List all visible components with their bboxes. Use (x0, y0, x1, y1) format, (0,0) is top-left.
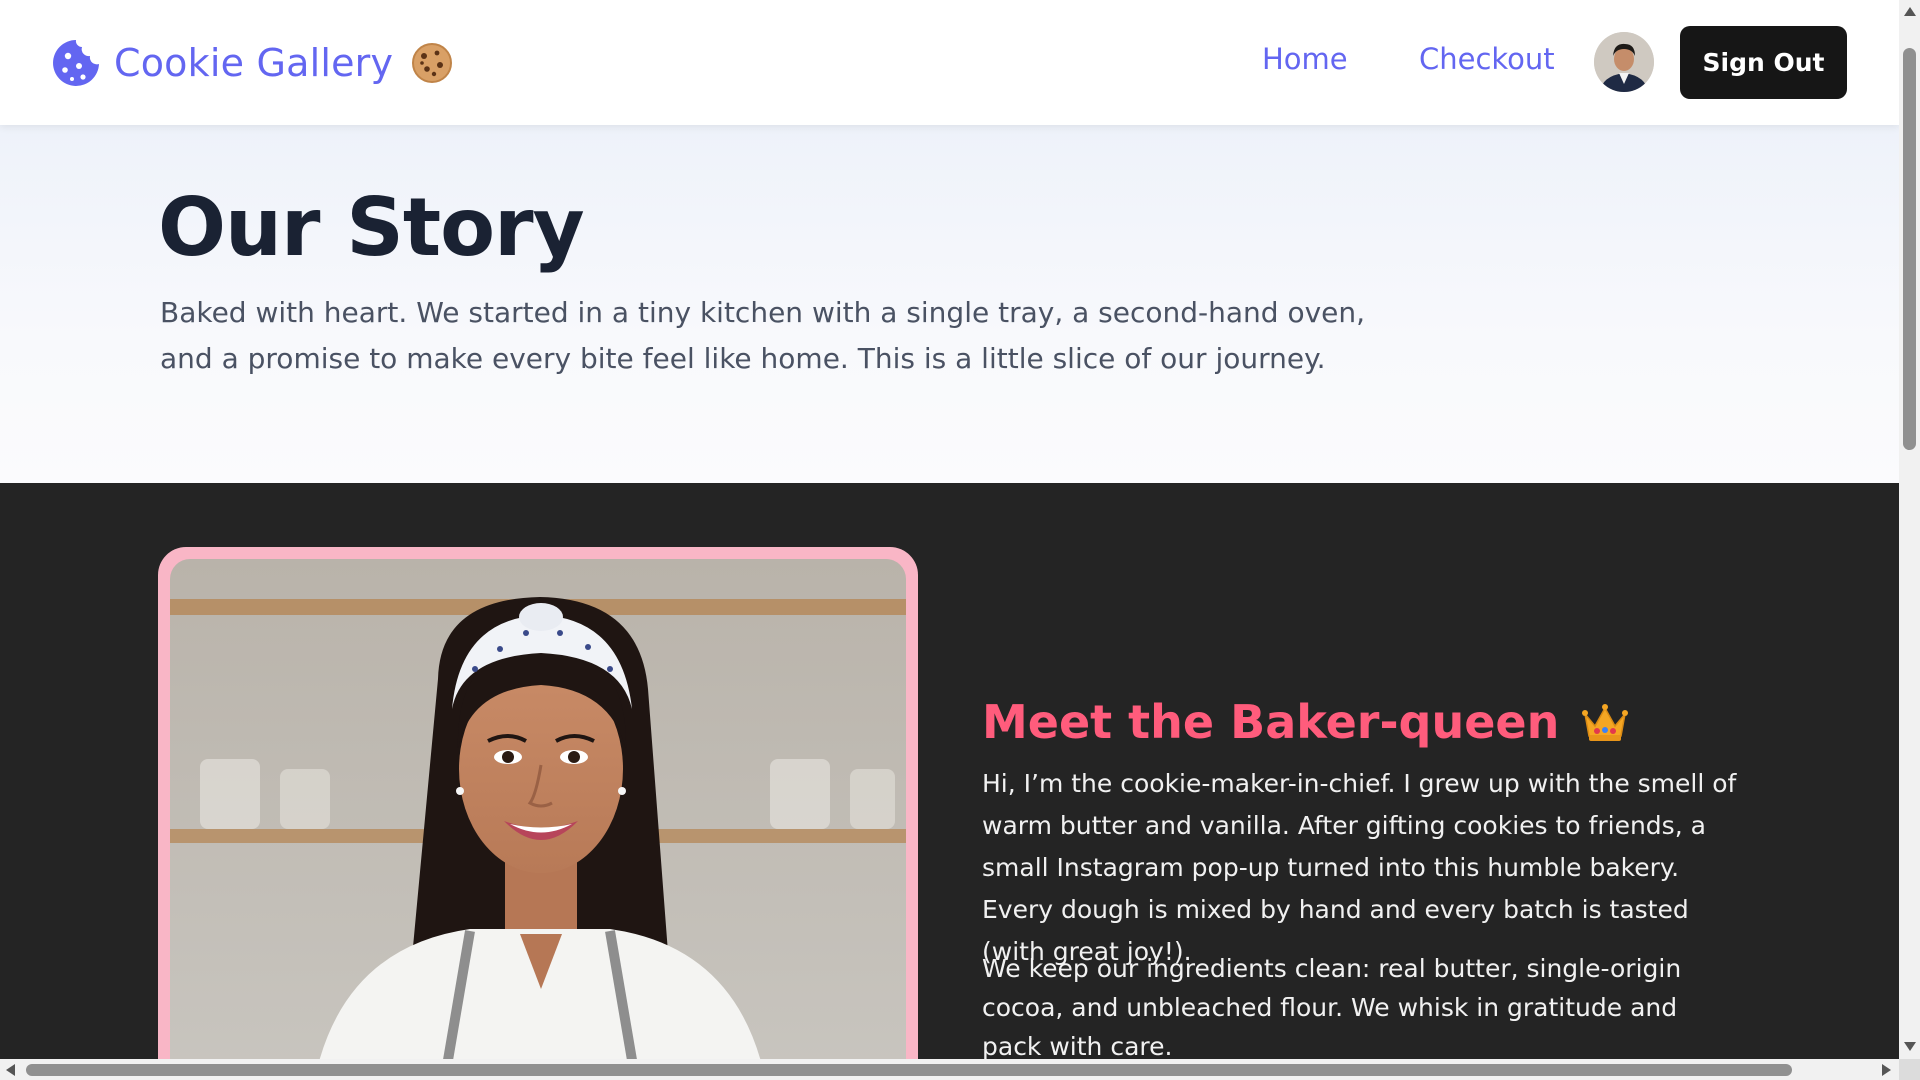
nav-home-link[interactable]: Home (1262, 42, 1348, 76)
baker-photo-frame (158, 547, 918, 1059)
nav-checkout-link[interactable]: Checkout (1419, 42, 1555, 76)
page-title: Our Story (158, 181, 585, 274)
vertical-scroll-thumb[interactable] (1903, 48, 1916, 450)
scroll-right-arrow-icon[interactable] (1882, 1064, 1891, 1076)
page-viewport: Cookie Gallery Home Checkout Sign Out Ou… (0, 0, 1899, 1059)
vertical-scrollbar[interactable] (1899, 0, 1920, 1059)
hero-description: Baked with heart. We started in a tiny k… (160, 296, 1366, 375)
baker-photo (170, 559, 906, 1059)
scrollbar-corner (1899, 1059, 1920, 1080)
user-avatar[interactable] (1594, 32, 1654, 92)
baker-heading: Meet the Baker-queen (982, 695, 1629, 749)
cookie-emoji-icon (412, 43, 453, 83)
baker-ingredients-paragraph: We keep our ingredients clean: real butt… (982, 954, 1682, 1059)
horizontal-scrollbar[interactable] (0, 1059, 1899, 1080)
scroll-down-arrow-icon[interactable] (1904, 1042, 1916, 1051)
brand-name: Cookie Gallery (114, 41, 394, 85)
baker-portrait-image (170, 559, 906, 1059)
sign-out-button[interactable]: Sign Out (1680, 26, 1847, 99)
hero-section: Our Story Baked with heart. We started i… (0, 125, 1899, 483)
crown-icon (1582, 704, 1629, 741)
horizontal-scroll-thumb[interactable] (26, 1064, 1792, 1076)
baker-intro-paragraph: Hi, I’m the cookie-maker-in-chief. I gre… (982, 769, 1737, 966)
baker-title-text: Meet the Baker-queen (982, 695, 1560, 749)
site-header: Cookie Gallery Home Checkout Sign Out (0, 0, 1899, 125)
baker-section: Meet the Baker-queen Hi, I’m the cookie-… (0, 483, 1899, 1059)
scroll-up-arrow-icon[interactable] (1904, 7, 1916, 16)
avatar-image (1594, 32, 1654, 92)
scroll-left-arrow-icon[interactable] (6, 1064, 15, 1076)
cookie-icon (53, 40, 99, 86)
brand-logo[interactable]: Cookie Gallery (50, 36, 453, 90)
